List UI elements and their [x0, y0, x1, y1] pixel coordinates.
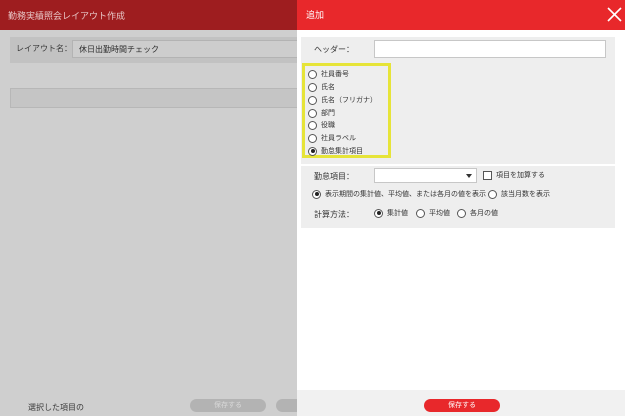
checkbox-label: 項目を加算する: [496, 171, 545, 179]
radio-employee-number[interactable]: 社員番号: [308, 69, 349, 79]
radio-circle: [308, 95, 317, 105]
radio-label: 平均値: [429, 209, 450, 217]
radio-label: 表示期間の集計値、平均値、または各月の値を表示: [325, 190, 486, 198]
radio-display-month-count[interactable]: 該当月数を表示: [488, 189, 550, 199]
radio-employee-label[interactable]: 社員ラベル: [308, 133, 356, 143]
radio-circle: [308, 120, 317, 130]
radio-label: 各月の値: [470, 209, 498, 217]
background-secondary-button[interactable]: [276, 399, 297, 412]
radio-label: 役職: [321, 121, 335, 129]
layout-name-value: 休日出勤時間チェック: [79, 45, 159, 54]
add-items-checkbox[interactable]: 項目を加算する: [483, 170, 545, 180]
radio-circle-selected: [312, 189, 321, 199]
attendance-item-select[interactable]: [374, 168, 477, 183]
radio-name-kana[interactable]: 氏名（フリガナ）: [308, 95, 377, 105]
radio-calc-monthly[interactable]: 各月の値: [457, 208, 498, 218]
dialog-header: [297, 0, 625, 30]
header-input[interactable]: [374, 40, 606, 58]
radio-label: 社員ラベル: [321, 134, 356, 142]
radio-circle: [308, 133, 317, 143]
attendance-item-label: 勤怠項目：: [314, 172, 354, 181]
close-icon[interactable]: [607, 7, 622, 22]
radio-circle: [457, 208, 466, 218]
radio-display-aggregate[interactable]: 表示期間の集計値、平均値、または各月の値を表示: [312, 189, 486, 199]
background-title: 勤務実績照会レイアウト作成: [8, 12, 126, 22]
calc-method-label: 計算方法：: [314, 210, 354, 219]
save-button[interactable]: 保存する: [424, 399, 500, 412]
background-save-button[interactable]: 保存する: [190, 399, 266, 412]
radio-circle: [308, 82, 317, 92]
radio-circle: [308, 108, 317, 118]
radio-name[interactable]: 氏名: [308, 82, 335, 92]
chevron-down-icon: [466, 174, 472, 178]
radio-circle: [416, 208, 425, 218]
radio-department[interactable]: 部門: [308, 108, 335, 118]
background-footer-label: 選択した項目の: [28, 403, 84, 412]
radio-label: 該当月数を表示: [501, 190, 550, 198]
radio-label: 勤怠集計項目: [321, 147, 363, 155]
radio-circle: [308, 69, 317, 79]
radio-circle: [488, 189, 497, 199]
radio-circle-selected: [308, 146, 317, 156]
checkbox-box: [483, 170, 492, 180]
background-bar: [10, 88, 297, 108]
layout-name-label: レイアウト名：: [16, 44, 72, 53]
radio-label: 氏名（フリガナ）: [321, 96, 377, 104]
radio-circle-selected: [374, 208, 383, 218]
header-label: ヘッダー：: [314, 45, 354, 54]
radio-attendance-item[interactable]: 勤怠集計項目: [308, 146, 363, 156]
dialog-title: 追加: [306, 11, 325, 21]
radio-position[interactable]: 役職: [308, 120, 335, 130]
radio-calc-total[interactable]: 集計値: [374, 208, 408, 218]
radio-label: 社員番号: [321, 70, 349, 78]
radio-label: 部門: [321, 109, 335, 117]
radio-label: 氏名: [321, 83, 335, 91]
radio-calc-average[interactable]: 平均値: [416, 208, 450, 218]
radio-label: 集計値: [387, 209, 408, 217]
